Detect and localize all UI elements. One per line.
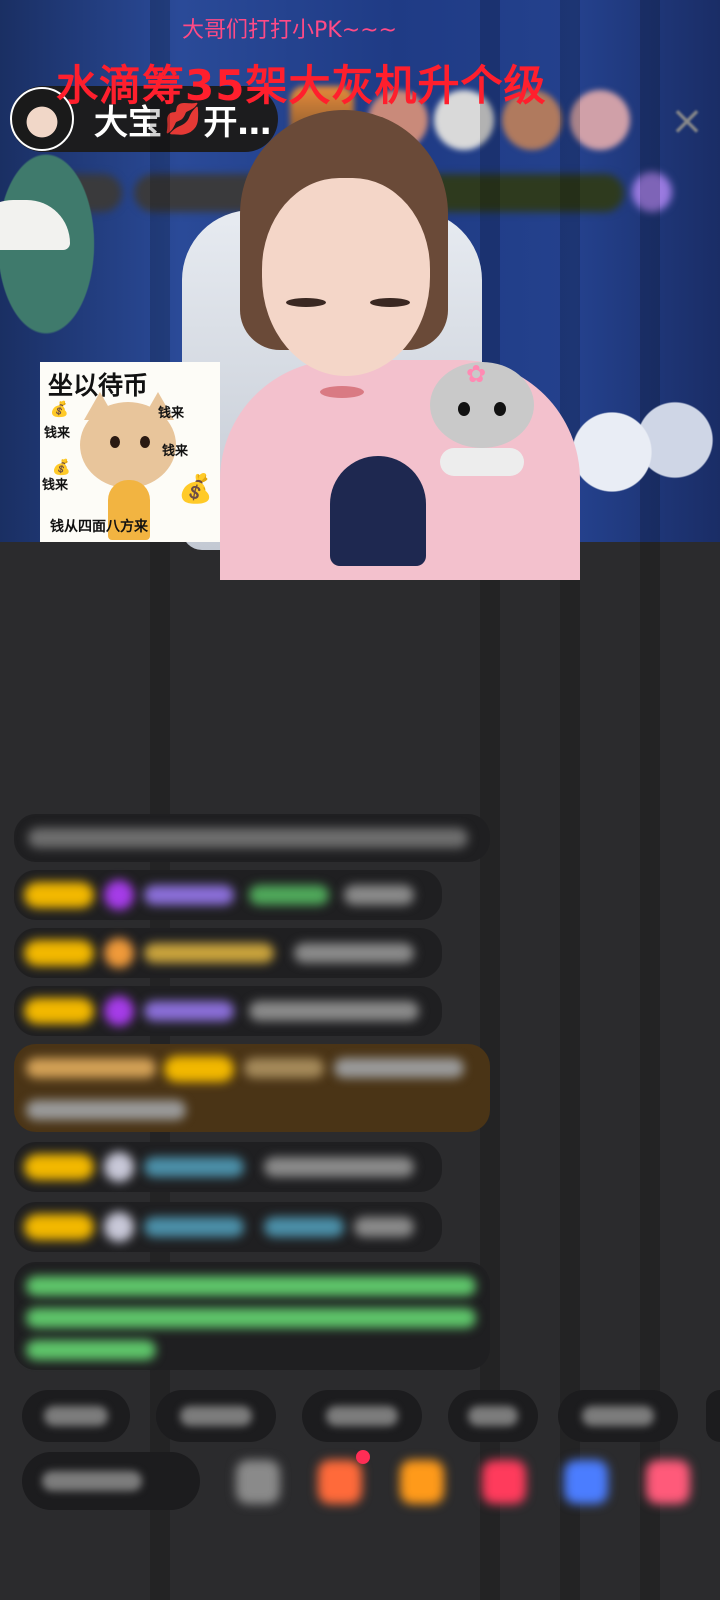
- gift-box-icon[interactable]: [318, 1460, 362, 1504]
- chat-input[interactable]: [22, 1452, 200, 1510]
- money-label-1: 钱来: [44, 426, 71, 441]
- chat-message-highlighted[interactable]: [14, 1044, 490, 1132]
- quick-reply-chip-4[interactable]: [448, 1390, 538, 1442]
- quick-reply-chip-5[interactable]: [558, 1390, 678, 1442]
- money-label-4: 钱来: [42, 478, 69, 493]
- flower-icon: ✿: [466, 360, 487, 388]
- game-icon[interactable]: [564, 1460, 608, 1504]
- money-cat-sticker: 坐以待币 💰 钱来 钱来 钱来 💰 钱来 💰 钱从四面八方来: [40, 362, 220, 542]
- money-label-2: 钱来: [158, 406, 185, 421]
- quick-reply-chip-3[interactable]: [302, 1390, 422, 1442]
- chat-message[interactable]: [14, 986, 442, 1036]
- kitten-sticker: ✿: [430, 352, 538, 476]
- streamer-face: [262, 178, 430, 376]
- plant-decoration: [0, 140, 130, 400]
- money-label-3: 钱来: [162, 444, 189, 459]
- stream-subtitle: 大哥们打打小PK~~~: [182, 18, 397, 43]
- chat-message[interactable]: [14, 1142, 442, 1192]
- chat-message[interactable]: [14, 870, 442, 920]
- microphone: [330, 456, 426, 566]
- quick-reply-chip-2[interactable]: [156, 1390, 276, 1442]
- more-icon[interactable]: [646, 1460, 690, 1504]
- quick-reply-chip-1[interactable]: [22, 1390, 130, 1442]
- sticker-bottom-text: 钱从四面八方来: [50, 519, 148, 535]
- gift-icon[interactable]: [400, 1460, 444, 1504]
- chat-message[interactable]: [14, 928, 442, 978]
- chat-message[interactable]: [14, 1202, 442, 1252]
- close-icon[interactable]: ×: [664, 98, 710, 144]
- notification-dot: [356, 1450, 370, 1464]
- live-stream-video[interactable]: 大哥们打打小PK~~~ 水滴筹35架大灰机升个级 坐以待币 💰 钱来 钱来 钱来…: [0, 0, 720, 1600]
- chat-system-notice: [14, 1262, 490, 1370]
- chat-message-system[interactable]: [14, 814, 490, 862]
- emoji-icon[interactable]: [236, 1460, 280, 1504]
- stream-title: 水滴筹35架大灰机升个级: [56, 61, 547, 110]
- red-packet-icon[interactable]: [482, 1460, 526, 1504]
- quick-reply-chip-6[interactable]: [706, 1390, 720, 1442]
